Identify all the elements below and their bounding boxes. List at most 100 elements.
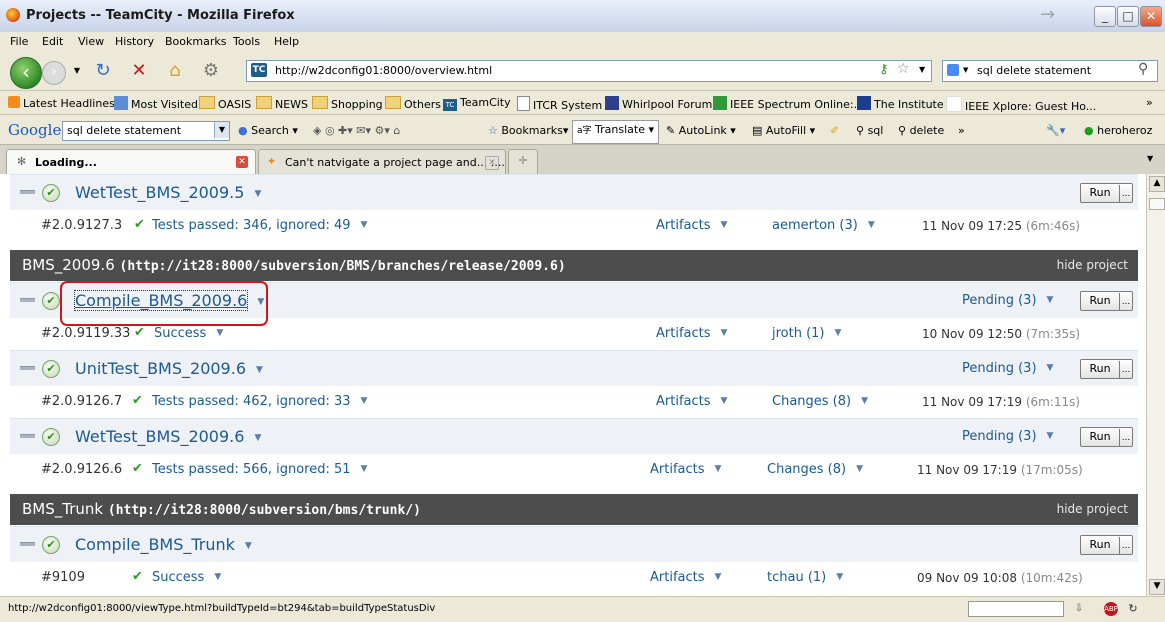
changes-link[interactable]: jroth (1) ▼ <box>772 326 841 341</box>
vertical-scrollbar[interactable]: ▲ ▼ <box>1146 174 1165 596</box>
bookmark-ieee-spectrum[interactable]: IEEE Spectrum Online:... <box>713 96 864 111</box>
pending-link[interactable]: Pending (3) ▼ <box>962 429 1053 444</box>
tab-list-icon[interactable]: ▼ <box>1147 154 1153 163</box>
tools-icon[interactable]: ⚙ <box>200 60 222 82</box>
build-status[interactable]: Tests passed: 462, ignored: 33 ▼ <box>152 394 367 409</box>
google-tools-icons[interactable]: ◈ ◎ ✚▾ ✉▾ ⚙▾ ⌂ <box>313 124 400 137</box>
bookmark-most-visited[interactable]: Most Visited <box>114 96 198 111</box>
run-button[interactable]: Run... <box>1080 359 1133 379</box>
new-tab-button[interactable]: ✛ <box>508 149 538 174</box>
run-button[interactable]: Run... <box>1080 535 1133 555</box>
back-button[interactable]: ‹ <box>10 57 42 89</box>
project-title[interactable]: BMS_2009.6 (http://it28:8000/subversion/… <box>22 256 566 274</box>
artifacts-link[interactable]: Artifacts ▼ <box>656 394 727 409</box>
changes-link[interactable]: Changes (8) ▼ <box>767 462 863 477</box>
collapse-icon[interactable] <box>20 542 35 546</box>
search-box[interactable]: ▼ sql delete statement ⚲ <box>942 60 1158 82</box>
home-icon[interactable]: ⌂ <box>164 60 186 82</box>
google-bookmarks-button[interactable]: ☆ Bookmarks▾ <box>488 124 568 137</box>
url-bar[interactable]: TC http://w2dconfig01:8000/overview.html… <box>246 60 932 82</box>
collapse-icon[interactable] <box>20 366 35 370</box>
google-search-input[interactable]: sql delete statement ▼ <box>62 121 230 141</box>
bookmark-news[interactable]: NEWS <box>256 96 308 111</box>
autofill-button[interactable]: ▤ AutoFill ▾ <box>752 124 815 137</box>
buildtype-name[interactable]: WetTest_BMS_2009.5 ▼ <box>75 183 261 202</box>
adblock-icon[interactable]: ABP <box>1104 602 1118 616</box>
run-button[interactable]: Run... <box>1080 291 1133 311</box>
google-account[interactable]: ● heroheroz <box>1084 124 1152 137</box>
build-number[interactable]: #2.0.9127.3 <box>41 218 122 233</box>
build-number[interactable]: #2.0.9119.33 <box>41 326 130 341</box>
collapse-icon[interactable] <box>20 434 35 438</box>
build-status[interactable]: Tests passed: 566, ignored: 51 ▼ <box>152 462 367 477</box>
google-search-engine-icon[interactable] <box>947 64 959 76</box>
hide-project-link[interactable]: hide project <box>1057 502 1128 516</box>
build-status[interactable]: Success ▼ <box>152 570 221 585</box>
menu-view[interactable]: View <box>78 35 104 48</box>
close-window-button[interactable]: ✕ <box>1140 6 1162 27</box>
autolink-button[interactable]: ✎ AutoLink ▾ <box>666 124 736 137</box>
collapse-icon[interactable] <box>20 190 35 194</box>
download-icon[interactable]: ⇩ <box>1072 602 1086 616</box>
menu-edit[interactable]: Edit <box>42 35 63 48</box>
menu-help[interactable]: Help <box>274 35 299 48</box>
close-tab-icon[interactable]: ✕ <box>485 156 499 170</box>
build-number[interactable]: #9109 <box>41 570 85 585</box>
artifacts-link[interactable]: Artifacts ▼ <box>656 326 727 341</box>
scroll-down-icon[interactable]: ▼ <box>1149 579 1165 595</box>
run-button[interactable]: Run... <box>1080 427 1133 447</box>
google-search-button[interactable]: ● Search ▾ <box>238 124 298 137</box>
artifacts-link[interactable]: Artifacts ▼ <box>656 218 727 233</box>
star-icon[interactable]: ☆ <box>897 61 910 77</box>
maximize-button[interactable]: □ <box>1117 6 1139 27</box>
collapse-icon[interactable] <box>20 298 35 302</box>
artifacts-link[interactable]: Artifacts ▼ <box>650 570 721 585</box>
menu-file[interactable]: File <box>10 35 28 48</box>
history-dropdown-icon[interactable]: ▼ <box>66 60 88 82</box>
query-dropdown-icon[interactable]: ▼ <box>214 122 229 138</box>
google-more-button[interactable]: » <box>958 124 965 137</box>
tab-project-page[interactable]: ✦ Can't natvigate a project page and... … <box>258 149 506 174</box>
magnifier-icon[interactable]: ⚲ <box>1138 61 1148 77</box>
changes-link[interactable]: tchau (1) ▼ <box>767 570 843 585</box>
bookmark-itcr-system[interactable]: ITCR System <box>517 96 602 112</box>
bookmark-teamcity[interactable]: TC TeamCity <box>443 96 511 111</box>
bookmark-ieee-xplore[interactable]: IEEE Xplore: Guest Ho... <box>946 96 1096 113</box>
url-dropdown-icon[interactable]: ▼ <box>919 65 925 74</box>
buildtype-name[interactable]: WetTest_BMS_2009.6 ▼ <box>75 427 261 446</box>
changes-link[interactable]: Changes (8) ▼ <box>772 394 868 409</box>
build-number[interactable]: #2.0.9126.6 <box>41 462 122 477</box>
project-title[interactable]: BMS_Trunk (http://it28:8000/subversion/b… <box>22 500 421 518</box>
bookmark-the-institute[interactable]: The Institute <box>857 96 944 111</box>
bookmark-others[interactable]: Others <box>385 96 441 111</box>
minimize-button[interactable]: _ <box>1094 6 1116 27</box>
bookmark-oasis[interactable]: OASIS <box>199 96 251 111</box>
forward-button[interactable]: › <box>42 61 66 85</box>
find-sql-button[interactable]: ⚲ sql <box>856 124 883 137</box>
artifacts-link[interactable]: Artifacts ▼ <box>650 462 721 477</box>
menu-tools[interactable]: Tools <box>233 35 260 48</box>
build-number[interactable]: #2.0.9126.7 <box>41 394 122 409</box>
pending-link[interactable]: Pending (3) ▼ <box>962 293 1053 308</box>
stop-icon[interactable]: ✕ <box>128 60 150 82</box>
bookmark-shopping[interactable]: Shopping <box>312 96 383 111</box>
scroll-thumb[interactable] <box>1149 198 1165 210</box>
pending-link[interactable]: Pending (3) ▼ <box>962 361 1053 376</box>
wrench-icon[interactable]: 🔧▾ <box>1046 124 1065 137</box>
menu-history[interactable]: History <box>115 35 154 48</box>
engine-dropdown-icon[interactable]: ▼ <box>963 66 968 74</box>
hide-project-link[interactable]: hide project <box>1057 258 1128 272</box>
bookmark-whirlpool-forums[interactable]: Whirlpool Forums <box>605 96 718 111</box>
refresh-status-icon[interactable]: ↻ <box>1126 602 1140 616</box>
buildtype-name[interactable]: Compile_BMS_Trunk ▼ <box>75 535 252 554</box>
find-delete-button[interactable]: ⚲ delete <box>898 124 944 137</box>
build-status[interactable]: Tests passed: 346, ignored: 49 ▼ <box>152 218 367 233</box>
changes-link[interactable]: aemerton (3) ▼ <box>772 218 875 233</box>
build-status[interactable]: Success ▼ <box>154 326 223 341</box>
scroll-up-icon[interactable]: ▲ <box>1149 176 1165 192</box>
highlighter-icon[interactable]: ✐ <box>830 124 839 137</box>
bookmarks-overflow-icon[interactable]: » <box>1146 96 1153 109</box>
translate-button[interactable]: a字 Translate ▾ <box>572 120 659 144</box>
bookmark-latest-headlines[interactable]: Latest Headlines <box>8 96 115 110</box>
close-tab-icon[interactable]: ✕ <box>236 156 248 168</box>
